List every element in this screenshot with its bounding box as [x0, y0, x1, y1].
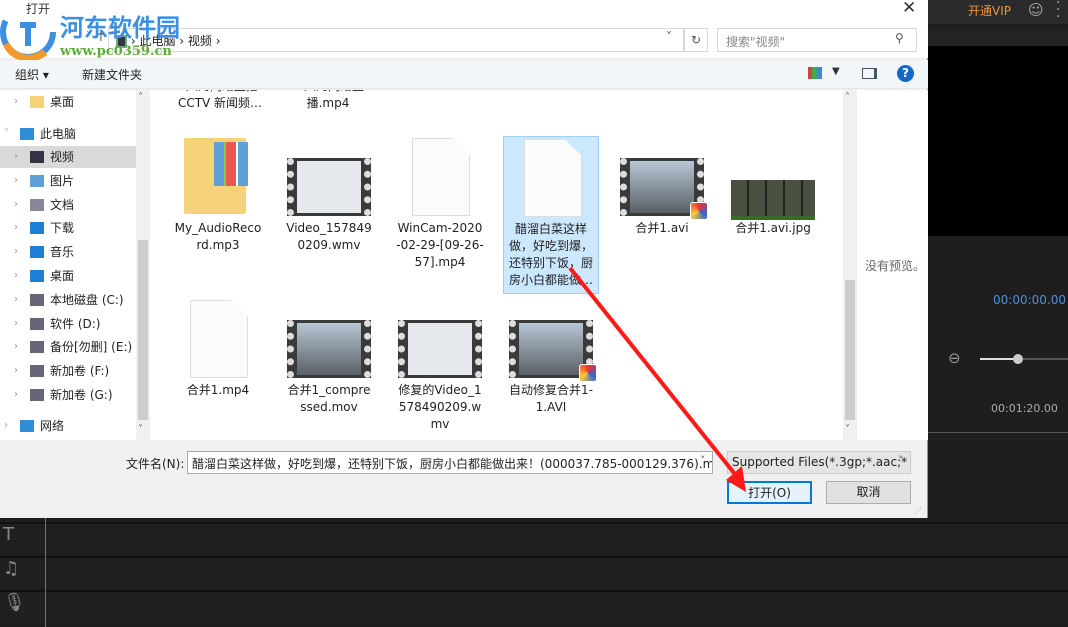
arrow-shaft — [568, 266, 740, 480]
annotation-arrow — [568, 266, 746, 492]
